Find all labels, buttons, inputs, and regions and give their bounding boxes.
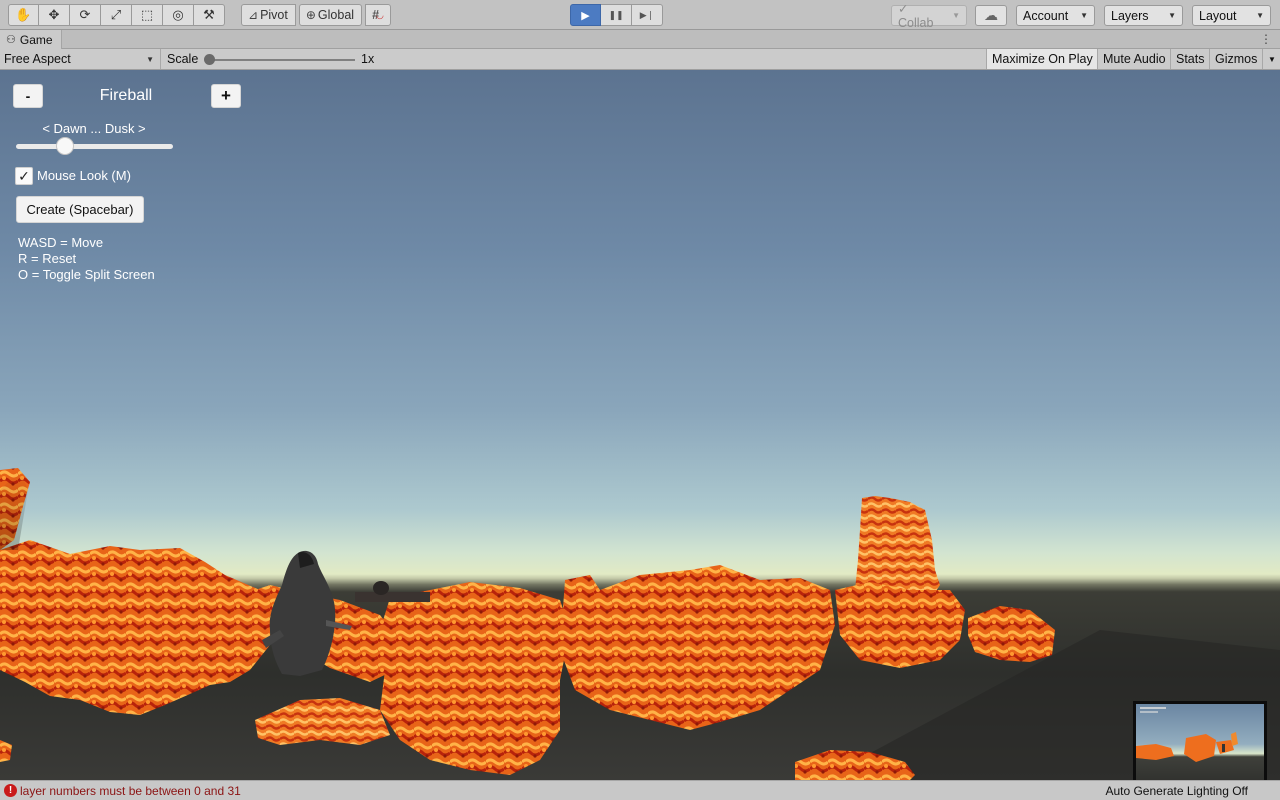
chevron-down-icon: ▼ (1080, 11, 1088, 20)
lighting-status[interactable]: Auto Generate Lighting Off (1105, 784, 1248, 798)
playback-controls: ▶ ❚❚ ▶❘ (570, 4, 663, 26)
scale-slider-track[interactable] (209, 59, 355, 61)
help-line: R = Reset (18, 251, 77, 266)
split-screen-preview (1133, 701, 1267, 780)
account-label: Account (1023, 8, 1069, 23)
time-of-day-slider[interactable] (16, 144, 173, 149)
layout-label: Layout (1199, 8, 1237, 23)
mute-audio-toggle[interactable]: Mute Audio (1097, 49, 1171, 69)
cloud-button[interactable]: ☁ (975, 5, 1007, 26)
chevron-down-icon: ▼ (146, 54, 154, 64)
transform-tools: ✋ ✥ ⟳ ⤢ ⬚ ◎ ⚒ (8, 4, 225, 26)
grid-snap-button[interactable]: # ◡ (365, 4, 391, 26)
stats-label: Stats (1176, 52, 1205, 66)
collab-label: Collab (898, 16, 934, 30)
game-viewport[interactable]: - Fireball + < Dawn ... Dusk > ✓ Mouse L… (0, 70, 1280, 780)
step-button[interactable]: ▶❘ (632, 4, 663, 26)
rotate-icon: ⟳ (79, 7, 91, 22)
stats-toggle[interactable]: Stats (1170, 49, 1210, 69)
custom-tool-button[interactable]: ⚒ (194, 4, 225, 26)
pivot-label: Pivot (260, 8, 288, 22)
error-icon: ! (4, 784, 17, 797)
account-dropdown[interactable]: Account ▼ (1016, 5, 1095, 26)
mouse-look-label: Mouse Look (M) (37, 168, 131, 183)
snap-magnet-icon: ◡ (376, 9, 384, 20)
gizmos-toggle[interactable]: Gizmos (1209, 49, 1262, 69)
play-button[interactable]: ▶ (570, 4, 601, 26)
collab-check-icon: ✓ (898, 2, 909, 16)
scale-slider-handle[interactable] (204, 54, 215, 65)
cloud-icon: ☁ (984, 7, 998, 23)
effect-name: Fireball (99, 87, 153, 104)
create-label: Create (Spacebar) (26, 202, 134, 217)
chevron-down-icon: ▼ (1168, 11, 1176, 20)
layers-dropdown[interactable]: Layers ▼ (1104, 5, 1183, 26)
gizmos-label: Gizmos (1215, 52, 1258, 66)
fireball-cluster (0, 468, 1055, 780)
rect-icon: ⬚ (140, 7, 154, 22)
create-button[interactable]: Create (Spacebar) (16, 196, 144, 223)
transform-tool-button[interactable]: ◎ (163, 4, 194, 26)
move-tool-button[interactable]: ✥ (39, 4, 70, 26)
game-scene (0, 468, 1280, 780)
next-effect-button[interactable]: + (211, 84, 241, 108)
help-line: O = Toggle Split Screen (18, 267, 155, 282)
chevron-down-icon: ▼ (1256, 11, 1264, 20)
tab-game[interactable]: ⚇ Game (0, 30, 62, 49)
maximize-on-play-toggle[interactable]: Maximize On Play (986, 49, 1098, 69)
aspect-label: Free Aspect (4, 52, 71, 66)
globe-icon: ⊕ (305, 8, 316, 22)
move-icon: ✥ (48, 7, 60, 22)
hand-icon: ✋ (15, 7, 32, 22)
main-toolbar: ✋ ✥ ⟳ ⤢ ⬚ ◎ ⚒ ⊿ Pivot ⊕ Global # ◡ ▶ ❚❚ ▶… (0, 0, 1280, 30)
status-bar[interactable]: ! layer numbers must be between 0 and 31… (0, 780, 1280, 800)
preview-scene (1136, 707, 1238, 762)
previous-effect-button[interactable]: - (13, 84, 43, 108)
gizmos-dropdown[interactable]: ▼ (1262, 49, 1280, 69)
maximize-label: Maximize On Play (992, 52, 1093, 66)
aspect-dropdown[interactable]: Free Aspect ▼ (0, 49, 161, 69)
controls-help: WASD = Move R = Reset O = Toggle Split S… (18, 235, 155, 283)
mute-label: Mute Audio (1103, 52, 1166, 66)
scale-tool-button[interactable]: ⤢ (101, 4, 132, 26)
pivot-icon: ⊿ (248, 8, 259, 22)
mouse-look-checkbox[interactable]: ✓ (15, 167, 33, 185)
play-icon: ▶ (581, 9, 590, 22)
gamepad-icon: ⚇ (6, 34, 16, 46)
plus-label: + (221, 86, 231, 105)
step-icon: ▶❘ (639, 9, 655, 20)
chevron-down-icon: ▼ (1268, 54, 1276, 64)
rect-tool-button[interactable]: ⬚ (132, 4, 163, 26)
scale-label: Scale (167, 52, 199, 66)
pause-button[interactable]: ❚❚ (601, 4, 632, 26)
global-toggle[interactable]: ⊕ Global (298, 4, 363, 26)
help-line: WASD = Move (18, 235, 104, 250)
global-label: Global (317, 8, 355, 22)
time-of-day-label: < Dawn ... Dusk > (42, 121, 146, 136)
tab-menu-icon[interactable]: ⋮ (1260, 32, 1272, 46)
collab-dropdown[interactable]: ✓ Collab ▼ (891, 2, 967, 30)
checkmark-icon: ✓ (18, 167, 30, 184)
minus-label: - (25, 88, 31, 104)
rotate-tool-button[interactable]: ⟳ (70, 4, 101, 26)
handle-toggles: ⊿ Pivot ⊕ Global # ◡ (241, 4, 394, 26)
tab-game-label: Game (19, 32, 53, 47)
pivot-toggle[interactable]: ⊿ Pivot (241, 4, 296, 26)
console-error-message[interactable]: layer numbers must be between 0 and 31 (20, 784, 241, 798)
cauldron-prop (355, 581, 430, 602)
window-tab-bar: ⚇ Game ⋮ (0, 30, 1280, 49)
game-view-toolbar: Free Aspect ▼ Scale 1x Maximize On Play … (0, 49, 1280, 70)
transform-icon: ◎ (172, 7, 184, 22)
hand-tool-button[interactable]: ✋ (8, 4, 39, 26)
tools-icon: ⚒ (203, 7, 215, 22)
chevron-down-icon: ▼ (952, 11, 960, 20)
pause-icon: ❚❚ (608, 9, 624, 20)
scale-value: 1x (361, 52, 375, 66)
layers-label: Layers (1111, 8, 1149, 23)
layout-dropdown[interactable]: Layout ▼ (1192, 5, 1271, 26)
scale-icon: ⤢ (110, 7, 122, 22)
